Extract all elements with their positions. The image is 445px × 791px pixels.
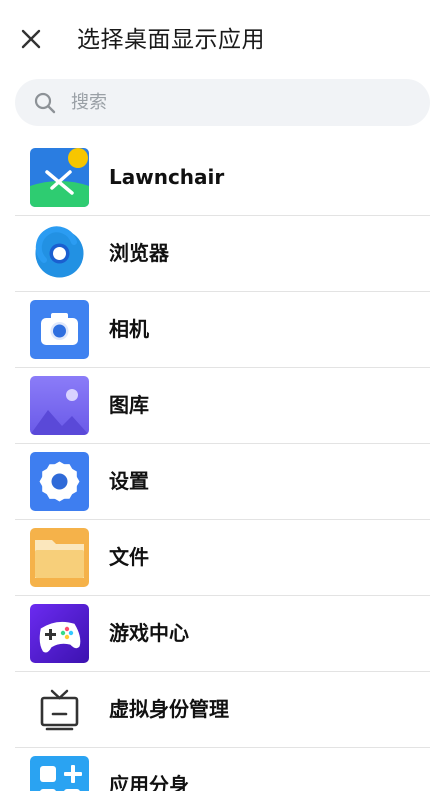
page-title: 选择桌面显示应用: [77, 27, 265, 53]
search-bar[interactable]: [15, 79, 430, 126]
folder-icon: [30, 528, 89, 587]
app-label: 相机: [109, 317, 149, 341]
list-item-virtual-identity[interactable]: 虚拟身份管理: [15, 672, 430, 748]
camera-icon: [30, 300, 89, 359]
close-button[interactable]: [16, 24, 46, 54]
gallery-icon: [30, 376, 89, 435]
list-item-game-center[interactable]: 游戏中心: [15, 596, 430, 672]
list-item-gallery[interactable]: 图库: [15, 368, 430, 444]
app-list: Lawnchair 浏览器 相机 图库 设置 文件 游戏中心 虚拟身份管理 应用…: [15, 140, 430, 791]
game-center-icon: [30, 604, 89, 663]
header: 选择桌面显示应用: [0, 0, 445, 80]
app-label: 设置: [109, 469, 149, 493]
list-item-app-clone[interactable]: 应用分身: [15, 748, 430, 791]
lawnchair-icon: [30, 148, 89, 207]
settings-icon: [30, 452, 89, 511]
app-label: 图库: [109, 393, 149, 417]
close-icon: [21, 29, 41, 49]
search-input[interactable]: [71, 87, 411, 118]
app-label: 文件: [109, 545, 149, 569]
tv-icon: [40, 689, 79, 731]
browser-icon: [35, 226, 84, 278]
app-label: 应用分身: [109, 773, 189, 791]
list-item-settings[interactable]: 设置: [15, 444, 430, 520]
app-picker-screen: 选择桌面显示应用 Lawnchair: [0, 0, 445, 791]
list-item-lawnchair[interactable]: Lawnchair: [15, 140, 430, 216]
search-icon: [34, 92, 56, 114]
list-item-browser[interactable]: 浏览器: [15, 216, 430, 292]
list-item-files[interactable]: 文件: [15, 520, 430, 596]
app-label: 浏览器: [109, 241, 169, 265]
app-label: 虚拟身份管理: [109, 697, 229, 721]
app-label: Lawnchair: [109, 165, 225, 189]
app-clone-icon: [30, 756, 89, 791]
list-item-camera[interactable]: 相机: [15, 292, 430, 368]
app-label: 游戏中心: [109, 621, 189, 645]
